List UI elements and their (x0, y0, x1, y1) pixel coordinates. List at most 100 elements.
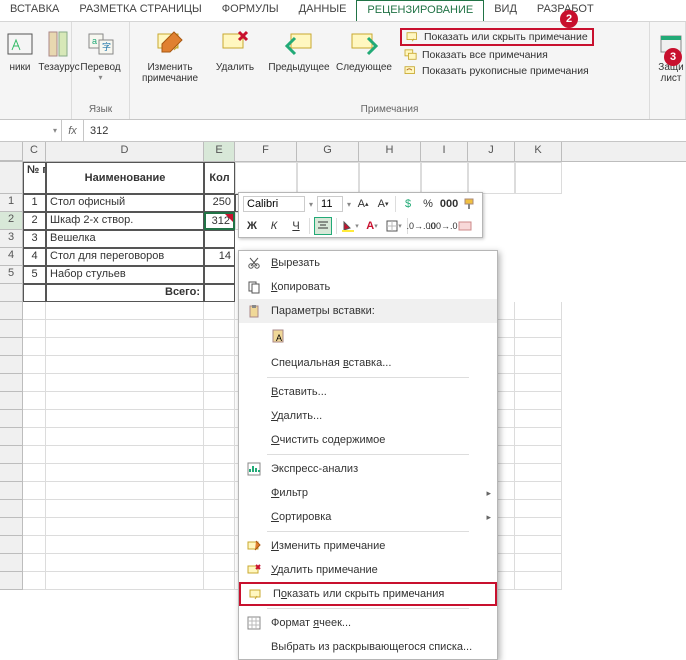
translate-button[interactable]: a字 Перевод ▾ (78, 26, 123, 84)
formula-input[interactable]: 312 (84, 125, 114, 137)
format-painter-icon[interactable] (462, 195, 478, 213)
callout-3: 3 (664, 48, 682, 66)
percent-format-icon[interactable]: % (420, 195, 436, 213)
paste-default-icon[interactable]: A (267, 325, 291, 347)
cell-d2[interactable]: Стол офисный (46, 194, 204, 212)
language-group-label: Язык (78, 104, 123, 115)
row-header-5[interactable]: 4 (0, 248, 23, 266)
borders-icon[interactable]: ▾ (385, 217, 403, 235)
ctx-sort[interactable]: Сортировка (239, 505, 497, 529)
mini-toolbar: ▾ ▾ A▴ A▾ $ % 000 Ж К Ч ▾ A▾ ▾ .0→.00 .0… (238, 192, 483, 238)
ctx-delete[interactable]: Удалить... (239, 404, 497, 428)
font-color-icon[interactable]: A▾ (363, 217, 381, 235)
merge-icon[interactable] (456, 217, 474, 235)
increase-decimal-icon[interactable]: .0→.00 (412, 217, 430, 235)
col-header-E[interactable]: E (204, 142, 235, 161)
copy-icon (245, 279, 263, 295)
col-header-J[interactable]: J (468, 142, 515, 161)
tab-formulas[interactable]: ФОРМУЛЫ (212, 0, 289, 21)
tab-pagelayout[interactable]: РАЗМЕТКА СТРАНИЦЫ (69, 0, 211, 21)
tab-view[interactable]: ВИД (484, 0, 527, 21)
underline-button[interactable]: Ч (287, 217, 305, 235)
next-comment-button[interactable]: Следующее (334, 26, 394, 86)
delete-comment-button[interactable]: Удалить (206, 26, 264, 86)
show-all-comments-button[interactable]: Показать все примечания (400, 48, 594, 62)
cell-qty-header[interactable]: Кол (204, 162, 235, 194)
cell-e3-selected[interactable]: 312 (204, 212, 235, 230)
select-all-cell[interactable] (0, 142, 23, 161)
row-header-1[interactable] (0, 162, 23, 194)
col-header-F[interactable]: F (235, 142, 297, 161)
ctx-cut[interactable]: Вырезать (239, 251, 497, 275)
previous-comment-button[interactable]: Предыдущее (266, 26, 332, 86)
paste-icon (245, 303, 263, 319)
cut-icon (245, 255, 263, 271)
ctx-filter[interactable]: Фильтр (239, 481, 497, 505)
accounting-format-icon[interactable]: $ (400, 195, 416, 213)
ctx-copy[interactable]: Копировать (239, 275, 497, 299)
col-header-G[interactable]: G (297, 142, 359, 161)
toggle-comment-icon (247, 586, 265, 602)
shrink-font-icon[interactable]: A▾ (375, 195, 391, 213)
context-menu: Вырезать Копировать Параметры вставки: A… (238, 250, 498, 660)
cell-name-header[interactable]: Наименование (46, 162, 204, 194)
ctx-delete-comment[interactable]: Удалить примечание (239, 558, 497, 582)
ribbon-tabs: ВСТАВКА РАЗМЕТКА СТРАНИЦЫ ФОРМУЛЫ ДАННЫЕ… (0, 0, 686, 22)
quick-analysis-icon (245, 461, 263, 477)
cell-d3[interactable]: Шкаф 2-х створ. (46, 212, 204, 230)
tab-review[interactable]: РЕЦЕНЗИРОВАНИЕ (356, 0, 484, 21)
ctx-edit-comment[interactable]: Изменить примечание (239, 534, 497, 558)
col-header-K[interactable]: K (515, 142, 562, 161)
ctx-paste-options: A (239, 323, 497, 351)
cell-d5[interactable]: Стол для переговоров (46, 248, 204, 266)
edit-comment-icon (245, 538, 263, 554)
show-hide-comment-button[interactable]: Показать или скрыть примечание (400, 28, 594, 46)
tab-insert[interactable]: ВСТАВКА (0, 0, 69, 21)
comma-format-icon[interactable]: 000 (440, 195, 458, 213)
grow-font-icon[interactable]: A▴ (355, 195, 371, 213)
ctx-clear[interactable]: Очистить содержимое (239, 428, 497, 452)
row-header-3[interactable]: 2 (0, 212, 23, 230)
col-header-C[interactable]: C (23, 142, 46, 161)
delete-comment-icon (245, 562, 263, 578)
row-header-7[interactable] (0, 284, 23, 302)
ctx-paste-options-header: Параметры вставки: (239, 299, 497, 323)
tab-data[interactable]: ДАННЫЕ (289, 0, 357, 21)
ctx-format-cells[interactable]: Формат ячеек... (239, 611, 497, 635)
comments-group-label: Примечания (136, 104, 643, 115)
cell-d6[interactable]: Набор стульев (46, 266, 204, 284)
col-header-D[interactable]: D (46, 142, 204, 161)
ribbon: ники Тезаурус a字 Перевод ▾ Язык Изменить… (0, 22, 686, 120)
format-cells-icon (245, 615, 263, 631)
ctx-insert[interactable]: Вставить... (239, 380, 497, 404)
ctx-pick-from-list[interactable]: Выбрать из раскрывающегося списка... (239, 635, 497, 659)
svg-text:字: 字 (102, 41, 111, 52)
show-ink-comments-button[interactable]: Показать рукописные примечания (400, 64, 594, 78)
fx-button[interactable]: fx (62, 120, 84, 141)
decrease-decimal-icon[interactable]: .00→.0 (434, 217, 452, 235)
bold-button[interactable]: Ж (243, 217, 261, 235)
row-header-2[interactable]: 1 (0, 194, 23, 212)
spellcheck-button[interactable]: ники (6, 26, 34, 75)
edit-comment-button[interactable]: Изменить примечание (136, 26, 204, 86)
align-center-icon[interactable] (314, 217, 332, 235)
name-box[interactable]: ▾ (0, 120, 62, 141)
callout-2: 2 (560, 10, 578, 28)
italic-button[interactable]: К (265, 217, 283, 235)
ctx-quick-analysis[interactable]: Экспресс-анализ (239, 457, 497, 481)
row-header-4[interactable]: 3 (0, 230, 23, 248)
column-headers: C D E F G H I J K (0, 142, 686, 162)
cell-d4[interactable]: Вешелка (46, 230, 204, 248)
svg-text:A: A (276, 333, 282, 343)
cell-e2[interactable]: 250 (204, 194, 235, 212)
col-header-H[interactable]: H (359, 142, 421, 161)
row-header-6[interactable]: 5 (0, 266, 23, 284)
cell-total[interactable]: Всего: (46, 284, 204, 302)
col-header-I[interactable]: I (421, 142, 468, 161)
fill-color-icon[interactable]: ▾ (341, 217, 359, 235)
fontsize-select[interactable] (317, 196, 343, 212)
font-select[interactable] (243, 196, 305, 212)
cell-num-header[interactable]: № п/п (23, 162, 46, 194)
ctx-paste-special[interactable]: Специальная вставка... (239, 351, 497, 375)
ctx-toggle-comment[interactable]: Показать или скрыть примечания (239, 582, 497, 606)
